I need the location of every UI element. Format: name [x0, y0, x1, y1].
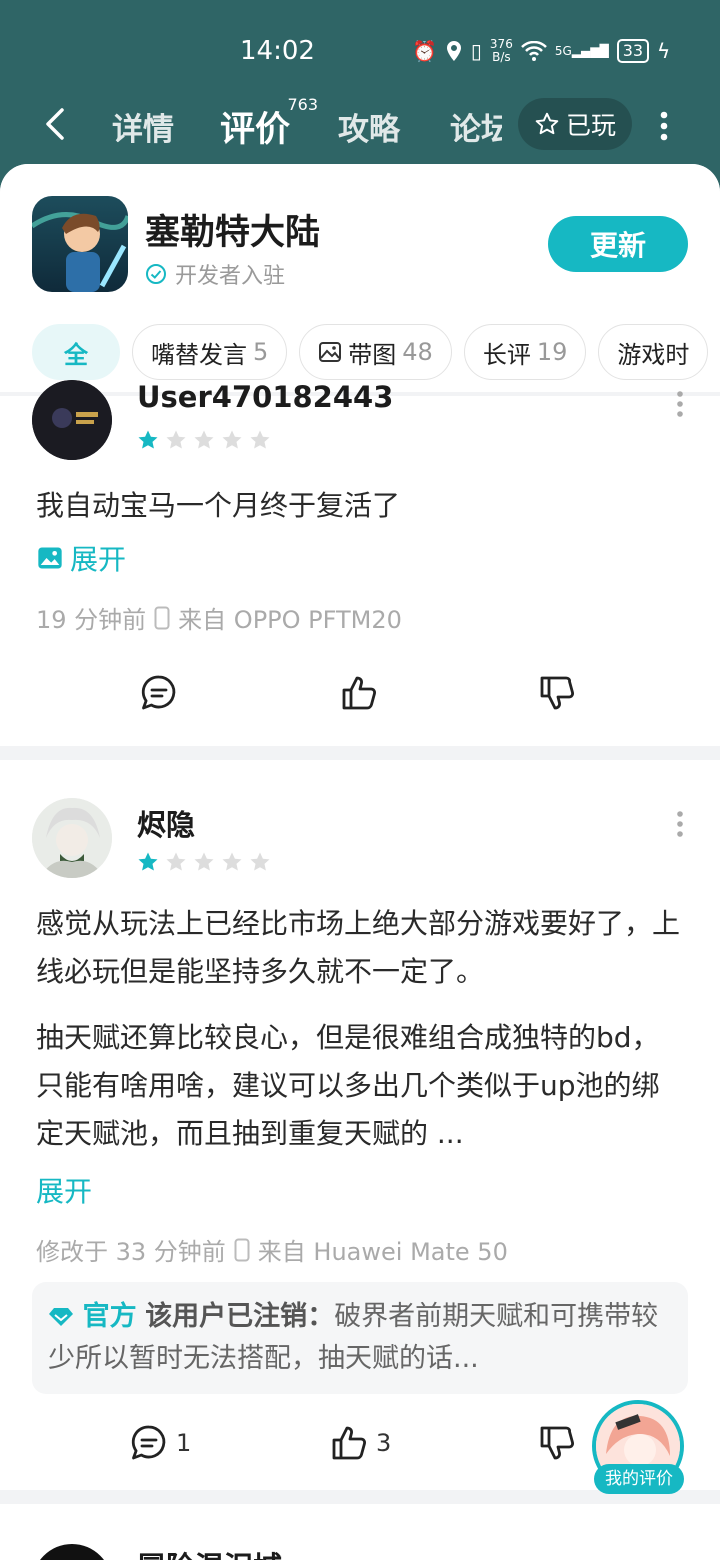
comment-button[interactable]: 1 [130, 1424, 191, 1462]
my-review-label: 我的评价 [594, 1464, 684, 1494]
review-username[interactable]: 冒险混泥城 [137, 1544, 282, 1560]
back-arrow-icon[interactable] [38, 104, 74, 144]
star-empty-icon [166, 430, 186, 449]
alarm-icon: ⏰ [412, 39, 437, 63]
tab-details[interactable]: 详情 [112, 104, 174, 149]
review-filter-chips: 全 嘴替发言 5 带图 48 长评 19 游戏时 [32, 324, 709, 382]
filter-chip-long-reviews[interactable]: 长评 19 [463, 324, 587, 380]
tab-forum[interactable]: 论坛 [450, 104, 502, 149]
star-rating [136, 428, 272, 452]
star-empty-icon [194, 852, 214, 871]
comment-icon [131, 1425, 166, 1460]
review-count-badge: 763 [287, 95, 319, 114]
content-sheet: 塞勒特大陆 开发者入驻 更新 全 嘴替发言 5 带图 48 长评 19 游戏时 Use… [0, 164, 720, 1560]
reply-text: 破界者前期天赋和可携带较少所以暂时无法搭配，抽天赋的话... [48, 1301, 659, 1374]
official-reply[interactable]: 官方 该用户已注销：破界者前期天赋和可携带较少所以暂时无法搭配，抽天赋的话... [32, 1282, 688, 1394]
phone-icon [234, 1238, 250, 1261]
reply-author: 该用户已注销： [145, 1301, 335, 1332]
review-card: User470182443 我自动宝马一个月终于复活了 展开 19 分钟前 来自… [0, 380, 720, 746]
filter-chip-playtime[interactable]: 游戏时 [598, 324, 709, 380]
star-empty-icon [250, 852, 270, 871]
location-icon [446, 41, 461, 61]
review-device: 来自 Huawei Mate 50 [257, 1238, 508, 1266]
thumbs-up-icon [342, 676, 376, 710]
played-label: 已玩 [565, 111, 616, 140]
user-avatar[interactable] [32, 1544, 112, 1560]
review-meta: 修改于 33 分钟前 来自 Huawei Mate 50 [36, 1232, 508, 1267]
charging-icon: ϟ [657, 39, 671, 63]
wifi-icon [520, 41, 547, 61]
star-empty-icon [194, 430, 214, 449]
filter-chip-all[interactable]: 全 [32, 324, 120, 380]
like-count: 3 [376, 1429, 392, 1457]
official-badge-icon [49, 1308, 73, 1326]
check-circle-icon [146, 264, 166, 284]
dislike-button[interactable] [538, 674, 576, 712]
comment-count: 1 [176, 1429, 192, 1457]
status-bar: 14:02 ⏰ ▯ 376 B/s 5G▂▄▆█ 33 ϟ [0, 30, 720, 76]
review-time: 19 分钟前 [36, 606, 147, 634]
review-time: 修改于 33 分钟前 [36, 1238, 226, 1266]
filter-chip-with-images[interactable]: 带图 48 [299, 324, 452, 380]
game-header: 塞勒特大陆 开发者入驻 更新 全 嘴替发言 5 带图 48 长评 19 游戏时 [0, 164, 720, 392]
review-meta: 19 分钟前 来自 OPPO PFTM20 [36, 600, 402, 635]
review-username[interactable]: User470182443 [137, 380, 393, 414]
vibrate-icon: ▯ [470, 39, 482, 63]
like-button[interactable]: 3 [330, 1424, 391, 1462]
star-outline-icon [535, 112, 559, 135]
developer-verified: 开发者入驻 [145, 258, 285, 290]
star-filled-icon [138, 430, 158, 449]
comment-button[interactable] [140, 674, 178, 712]
status-icons: ⏰ ▯ 376 B/s 5G▂▄▆█ 33 ϟ [412, 38, 670, 64]
thumbs-down-icon [540, 1426, 574, 1460]
filter-chip-quotes[interactable]: 嘴替发言 5 [132, 324, 288, 380]
review-device: 来自 OPPO PFTM20 [178, 606, 402, 634]
game-app-icon[interactable] [32, 196, 128, 292]
official-label: 官方 [82, 1301, 137, 1332]
signal-icon: 5G▂▄▆█ [554, 44, 609, 58]
dislike-button[interactable] [538, 1424, 576, 1462]
tab-reviews[interactable]: 评价 763 [220, 95, 318, 152]
star-filled-icon [138, 852, 158, 871]
expand-link[interactable]: 展开 [36, 1170, 92, 1210]
tab-guides[interactable]: 攻略 [338, 104, 400, 149]
star-empty-icon [222, 430, 242, 449]
like-button[interactable] [340, 674, 378, 712]
review-text: 我自动宝马一个月终于复活了 [36, 489, 401, 522]
expand-link[interactable]: 展开 [36, 538, 126, 578]
top-navigation: 详情 评价 763 攻略 论坛 已玩 [0, 92, 720, 158]
review-more-icon[interactable] [670, 390, 690, 420]
net-speed: 376 B/s [489, 37, 513, 64]
review-paragraph: 感觉从玩法上已经比市场上绝大部分游戏要好了，上线必玩但是能坚持多久就不一定了。 [36, 907, 681, 988]
review-username[interactable]: 烬隐 [137, 802, 195, 844]
image-icon [319, 342, 342, 362]
status-time: 14:02 [240, 36, 315, 66]
my-review-button[interactable]: 我的评价 [592, 1400, 688, 1500]
star-empty-icon [166, 852, 186, 871]
star-rating [136, 850, 272, 874]
comment-icon [141, 675, 176, 710]
thumbs-up-icon [332, 1426, 366, 1460]
star-empty-icon [250, 430, 270, 449]
review-more-icon[interactable] [670, 810, 690, 840]
user-avatar[interactable] [32, 798, 112, 878]
review-actions [0, 674, 720, 724]
user-avatar[interactable] [32, 380, 112, 460]
phone-icon [154, 606, 170, 629]
review-card: 烬隐 感觉从玩法上已经比市场上绝大部分游戏要好了，上线必玩但是能坚持多久就不一定… [0, 760, 720, 1490]
review-card: 冒险混泥城 [0, 1504, 720, 1560]
review-paragraph: 抽天赋还算比较良心，但是很难组合成独特的bd，只能有啥用啥，建议可以多出几个类似… [36, 1021, 660, 1150]
image-icon [38, 547, 62, 569]
played-button[interactable]: 已玩 [518, 98, 632, 150]
update-button[interactable]: 更新 [548, 216, 688, 272]
star-empty-icon [222, 852, 242, 871]
game-title: 塞勒特大陆 [145, 213, 321, 253]
thumbs-down-icon [540, 676, 574, 710]
more-options-icon[interactable] [652, 106, 676, 146]
battery-level: 33 [616, 39, 650, 63]
